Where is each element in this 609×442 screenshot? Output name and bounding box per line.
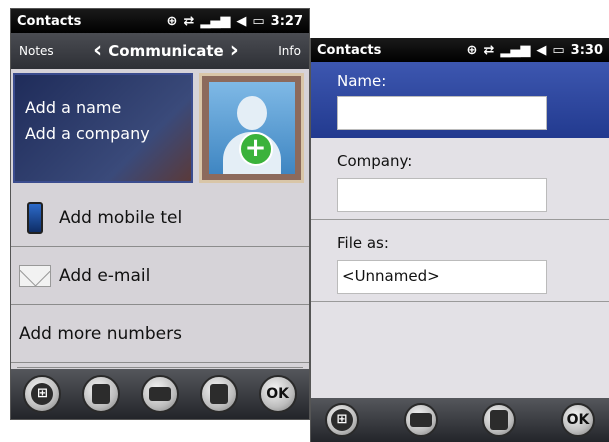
add-email-row[interactable]: Add e-mail [11,247,309,305]
status-bar: Contacts ⊕ ⇄ ▂▄▆ ◀ ▭ 3:30 [311,38,609,62]
file-as-input[interactable]: <Unnamed> [337,260,547,294]
connectivity-icon: ⊕ [466,42,478,58]
app-title: Contacts [17,13,82,29]
windows-start-icon: ⊞ [31,383,54,405]
add-company-label: Add a company [25,124,150,143]
company-label: Company: [337,152,413,170]
soft-key-bar: ⊞ OK [311,398,609,442]
add-mobile-label: Add mobile tel [59,207,183,228]
add-mobile-row[interactable]: Add mobile tel [11,189,309,247]
file-as-field-row: File as: <Unnamed> [311,220,609,302]
company-input[interactable] [337,178,547,212]
name-card[interactable]: Add a name Add a company [13,73,193,183]
menu-icon [490,410,509,430]
keyboard-button[interactable] [403,403,438,437]
name-label: Name: [337,72,387,90]
contact-summary-screen: Contacts ⊕ ⇄ ▂▄▆ ◀ ▭ 3:27 Notes ‹ Commun… [10,8,310,420]
tab-communicate-group: ‹ Communicate › [93,40,239,62]
tab-notes[interactable]: Notes [19,44,54,58]
menu-button[interactable] [482,403,517,437]
start-button[interactable]: ⊞ [23,375,62,413]
sync-icon: ⇄ [483,42,495,58]
add-more-numbers-row[interactable]: Add more numbers [11,305,309,363]
signal-icon: ▂▄▆ [200,13,231,29]
clock: 3:30 [570,42,603,58]
edit-button[interactable] [82,375,121,413]
windows-start-icon: ⊞ [331,409,353,431]
contact-edit-screen: Contacts ⊕ ⇄ ▂▄▆ ◀ ▭ 3:30 Name: Company:… [310,38,609,442]
clock: 3:27 [270,13,303,29]
add-name-label: Add a name [25,98,122,117]
contact-photo-button[interactable]: + [199,73,304,183]
ok-button[interactable]: OK [560,403,595,437]
menu-icon [209,384,228,404]
name-field-row: Name: [311,62,609,138]
volume-icon: ◀ [536,42,547,58]
keyboard-icon [409,413,432,427]
keyboard-button[interactable] [140,375,179,413]
soft-key-bar: ⊞ OK [11,369,309,419]
file-as-label: File as: [337,234,389,252]
divider [17,367,303,368]
person-silhouette-icon: + [208,82,295,174]
app-title: Contacts [317,42,382,58]
sync-icon: ⇄ [183,13,195,29]
company-field-row: Company: [311,138,609,220]
ok-button[interactable]: OK [258,375,297,413]
add-photo-icon: + [238,132,273,166]
mobile-phone-icon [27,201,43,234]
volume-icon: ◀ [236,13,247,29]
edit-icon [92,384,111,404]
name-input[interactable] [337,96,547,130]
add-more-numbers-label: Add more numbers [19,323,182,344]
chevron-right-icon[interactable]: › [230,40,239,62]
menu-button[interactable] [199,375,238,413]
chevron-left-icon[interactable]: ‹ [93,40,102,62]
battery-icon: ▭ [252,13,265,29]
status-bar: Contacts ⊕ ⇄ ▂▄▆ ◀ ▭ 3:27 [11,9,309,33]
tab-bar: Notes ‹ Communicate › Info [11,33,309,69]
battery-icon: ▭ [552,42,565,58]
add-email-label: Add e-mail [59,265,151,286]
tab-communicate[interactable]: Communicate [108,42,223,60]
start-button[interactable]: ⊞ [325,403,359,437]
keyboard-icon [148,387,171,401]
connectivity-icon: ⊕ [166,13,178,29]
tab-info[interactable]: Info [278,44,301,58]
signal-icon: ▂▄▆ [500,42,531,58]
envelope-icon [19,264,51,287]
